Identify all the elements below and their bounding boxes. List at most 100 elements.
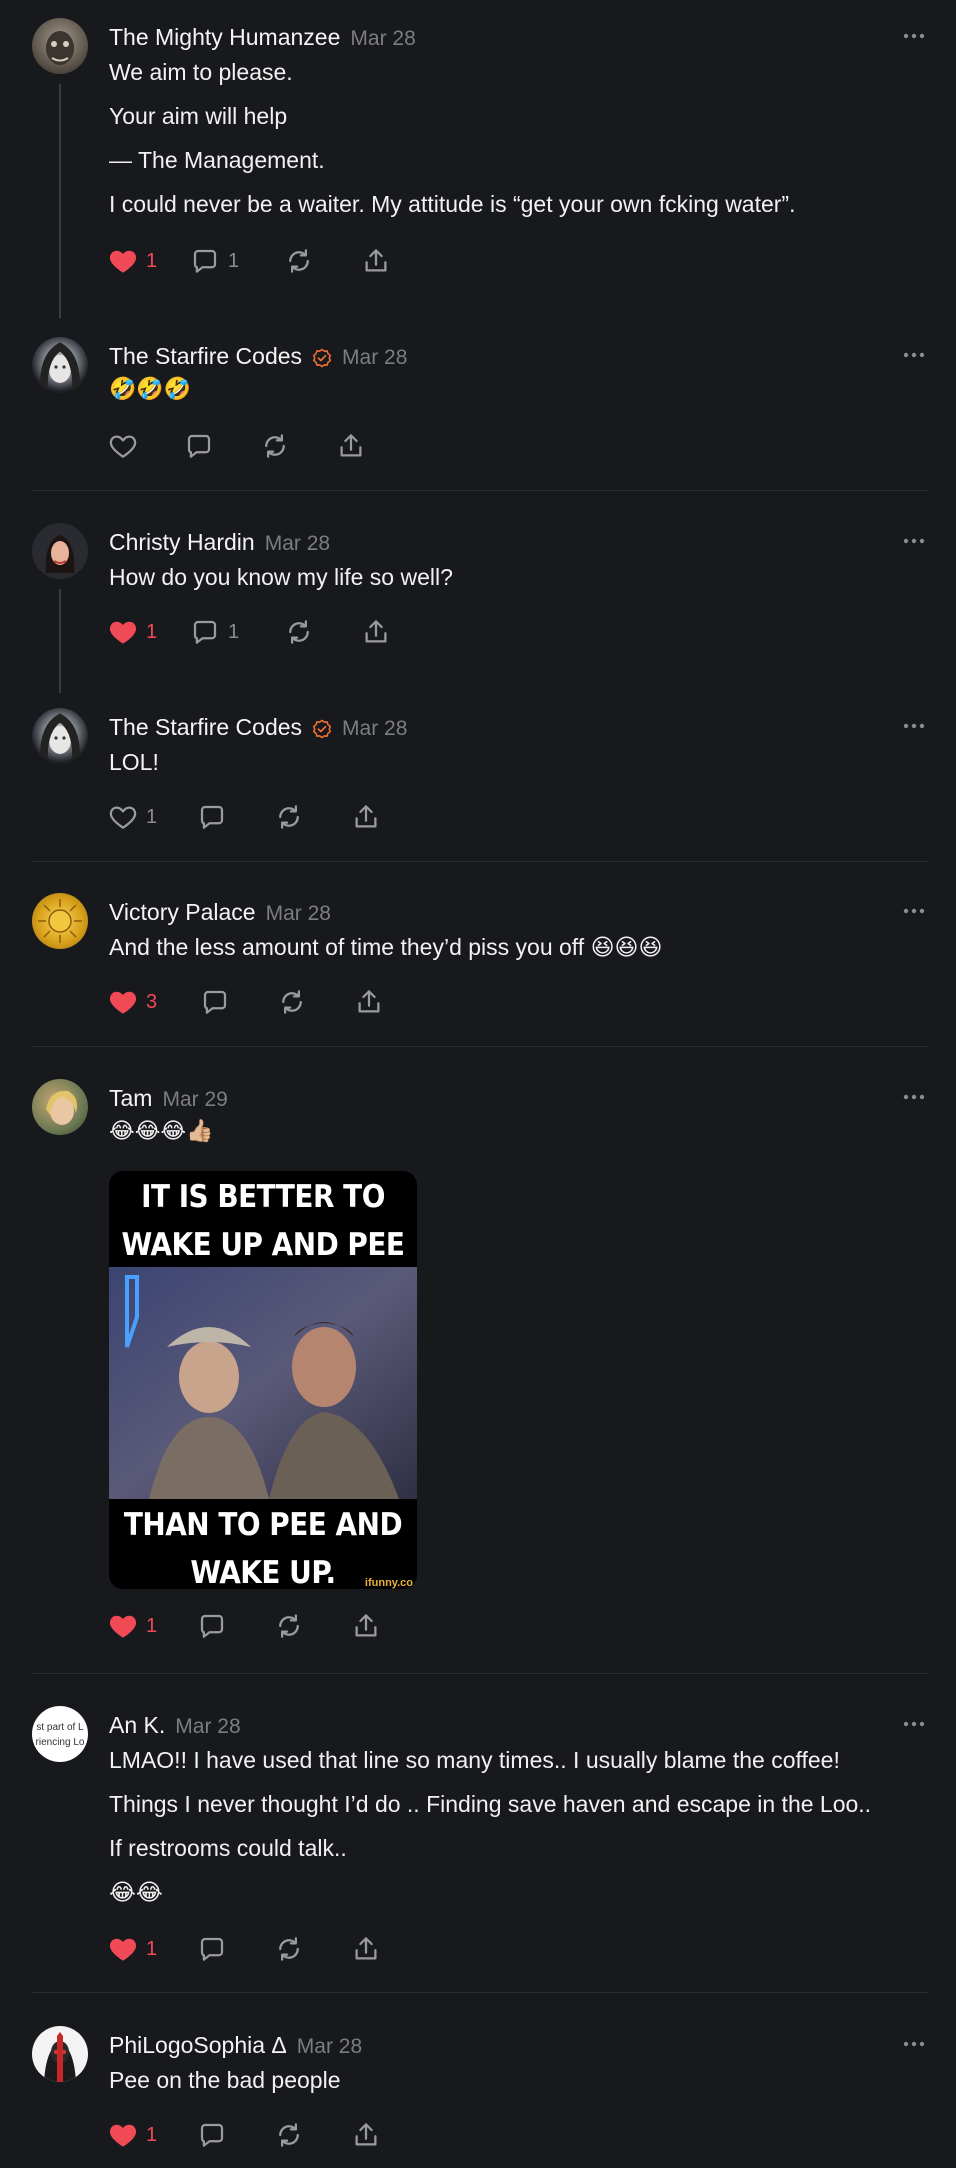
meme-image[interactable]: IT IS BETTER TO WAKE UP AND PEE THAN TO … (109, 1171, 417, 1589)
heart-icon (108, 987, 138, 1017)
avatar[interactable] (32, 337, 88, 393)
share-icon (351, 1611, 381, 1641)
author-name[interactable]: The Starfire Codes (109, 714, 302, 740)
more-icon[interactable] (902, 907, 926, 915)
post-emoji: 😆😆😆 (590, 934, 663, 960)
author-name[interactable]: Victory Palace (109, 899, 256, 925)
repost-button[interactable] (260, 429, 290, 463)
meme-top-text: IT IS BETTER TO WAKE UP AND PEE (121, 1179, 405, 1263)
comment-icon (197, 2120, 227, 2150)
comment-button[interactable] (197, 800, 227, 834)
comment-button[interactable] (184, 429, 214, 463)
repost-button[interactable] (274, 2118, 304, 2152)
repost-button[interactable] (274, 800, 304, 834)
like-button[interactable] (108, 429, 138, 463)
share-icon (336, 431, 366, 461)
heart-icon (108, 1611, 138, 1641)
comment-button[interactable]: 1 (190, 615, 239, 649)
repost-icon (284, 246, 314, 276)
share-button[interactable] (351, 1609, 381, 1643)
author-name[interactable]: Tam (109, 1085, 152, 1111)
post-line: I could never be a waiter. My attitude i… (109, 191, 796, 217)
share-icon (354, 987, 384, 1017)
author-name[interactable]: The Mighty Humanzee (109, 24, 340, 50)
comment-icon (190, 246, 220, 276)
repost-button[interactable] (274, 1932, 304, 1966)
post-starfire-codes-reply: The Starfire Codes Mar 28 LOL! 1 (0, 708, 956, 860)
post-line: We aim to please. (109, 59, 293, 85)
repost-button[interactable] (284, 615, 314, 649)
comment-icon (184, 431, 214, 461)
avatar[interactable] (32, 2026, 88, 2082)
author-name[interactable]: Christy Hardin (109, 529, 255, 555)
comment-icon (197, 1934, 227, 1964)
author-name[interactable]: The Starfire Codes (109, 343, 302, 369)
repost-icon (274, 802, 304, 832)
avatar-image (39, 342, 81, 393)
comment-button[interactable] (197, 1932, 227, 1966)
more-icon[interactable] (902, 32, 926, 40)
repost-icon (274, 1934, 304, 1964)
post-text: We aim to please. Your aim will help — T… (109, 56, 916, 232)
comment-button[interactable]: 1 (190, 244, 239, 278)
share-button[interactable] (336, 429, 366, 463)
like-button[interactable]: 1 (108, 2118, 157, 2152)
post-date: Mar 28 (175, 1715, 241, 1738)
comment-button[interactable] (197, 1609, 227, 1643)
share-button[interactable] (351, 800, 381, 834)
share-icon (361, 617, 391, 647)
avatar[interactable] (32, 893, 88, 949)
like-button[interactable]: 1 (108, 1932, 157, 1966)
divider (32, 1673, 928, 1674)
comment-count: 1 (228, 620, 240, 643)
share-icon (351, 2120, 381, 2150)
more-icon[interactable] (902, 2040, 926, 2048)
repost-icon (260, 431, 290, 461)
share-button[interactable] (351, 2118, 381, 2152)
more-icon[interactable] (902, 351, 926, 359)
post-christy-hardin: Christy Hardin Mar 28 How do you know my … (0, 523, 956, 693)
share-button[interactable] (354, 985, 384, 1019)
post-line: — The Management. (109, 147, 325, 173)
like-button[interactable]: 1 (108, 615, 157, 649)
post-text: Pee on the bad people (109, 2067, 341, 2093)
avatar[interactable] (32, 18, 88, 74)
like-count: 1 (146, 805, 158, 828)
more-icon[interactable] (902, 537, 926, 545)
post-date: Mar 28 (264, 532, 331, 555)
avatar[interactable] (32, 1079, 88, 1135)
repost-button[interactable] (274, 1609, 304, 1643)
avatar-image (44, 2032, 76, 2082)
comment-button[interactable] (197, 2118, 227, 2152)
divider (32, 1992, 928, 1993)
more-icon[interactable] (902, 1093, 926, 1101)
author-name[interactable]: PhiLogoSophia Δ (109, 2032, 287, 2058)
comment-button[interactable] (200, 985, 230, 1019)
like-button[interactable]: 1 (108, 244, 157, 278)
author-name[interactable]: An K. (109, 1712, 165, 1738)
share-button[interactable] (361, 244, 391, 278)
repost-icon (284, 617, 314, 647)
share-button[interactable] (351, 1932, 381, 1966)
share-icon (361, 246, 391, 276)
more-icon[interactable] (902, 1720, 926, 1728)
avatar-image (45, 535, 75, 573)
share-button[interactable] (361, 615, 391, 649)
repost-button[interactable] (277, 985, 307, 1019)
like-count: 3 (146, 990, 158, 1013)
like-button[interactable]: 3 (108, 985, 157, 1019)
like-button[interactable]: 1 (108, 800, 157, 834)
post-line: Things I never thought I’d do .. Finding… (109, 1791, 872, 1817)
avatar[interactable] (32, 523, 88, 579)
like-button[interactable]: 1 (108, 1609, 157, 1643)
like-count: 1 (146, 2123, 158, 2146)
avatar[interactable]: st part of L riencing Lo (32, 1706, 88, 1762)
more-icon[interactable] (902, 722, 926, 730)
repost-button[interactable] (284, 244, 314, 278)
post-text: And the less amount of time they’d piss … (109, 931, 916, 963)
avatar[interactable] (32, 708, 88, 764)
meme-photo (109, 1267, 417, 1499)
share-icon (351, 1934, 381, 1964)
like-count: 1 (146, 620, 158, 643)
divider (32, 490, 928, 491)
